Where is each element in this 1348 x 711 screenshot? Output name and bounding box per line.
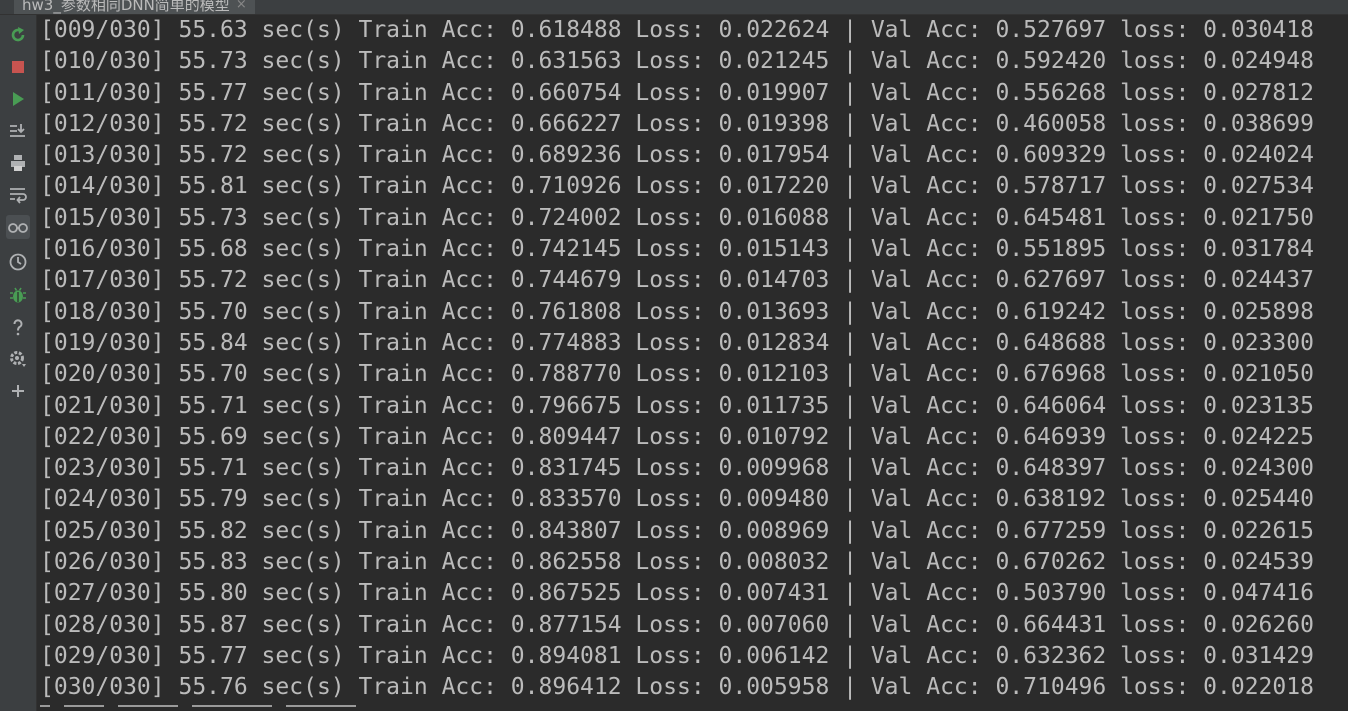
run-toolbar	[0, 15, 37, 711]
log-line: [030/030] 55.76 sec(s) Train Acc: 0.8964…	[40, 674, 1314, 701]
log-line: [014/030] 55.81 sec(s) Train Acc: 0.7109…	[40, 173, 1314, 200]
log-line: [025/030] 55.82 sec(s) Train Acc: 0.8438…	[40, 517, 1314, 544]
scroll-to-end-button[interactable]	[6, 119, 30, 143]
stop-button[interactable]	[6, 55, 30, 79]
clock-button[interactable]	[6, 250, 30, 274]
run-icon	[13, 92, 24, 106]
log-line: [015/030] 55.73 sec(s) Train Acc: 0.7240…	[40, 204, 1314, 231]
log-line: [026/030] 55.83 sec(s) Train Acc: 0.8625…	[40, 549, 1314, 576]
log-line: [017/030] 55.72 sec(s) Train Acc: 0.7446…	[40, 267, 1314, 294]
log-line: [018/030] 55.70 sec(s) Train Acc: 0.7618…	[40, 298, 1314, 325]
add-button[interactable]	[6, 379, 30, 403]
rerun-icon	[11, 27, 25, 42]
log-line: [022/030] 55.69 sec(s) Train Acc: 0.8094…	[40, 423, 1314, 450]
log-line: [009/030] 55.63 sec(s) Train Acc: 0.6184…	[40, 17, 1314, 43]
debug-icon	[10, 287, 26, 303]
soft-wrap-button[interactable]	[6, 183, 30, 207]
run-tab[interactable]: hw3_参数相同DNN简单的模型 ×	[14, 0, 255, 14]
settings-icon	[10, 351, 26, 367]
log-line: [023/030] 55.71 sec(s) Train Acc: 0.8317…	[40, 455, 1314, 482]
run-tab-title: hw3_参数相同DNN简单的模型	[22, 0, 230, 14]
print-icon	[11, 155, 25, 171]
log-line: [013/030] 55.72 sec(s) Train Acc: 0.6892…	[40, 142, 1314, 169]
stop-icon	[12, 61, 24, 73]
soft-wrap-icon	[10, 188, 27, 204]
scroll-to-end-icon	[10, 124, 25, 137]
print-button[interactable]	[6, 151, 30, 175]
rerun-button[interactable]	[6, 23, 30, 47]
console-output[interactable]: [009/030] 55.63 sec(s) Train Acc: 0.6184…	[40, 15, 1340, 711]
log-line: [020/030] 55.70 sec(s) Train Acc: 0.7887…	[40, 361, 1314, 388]
log-line: [021/030] 55.71 sec(s) Train Acc: 0.7966…	[40, 392, 1314, 419]
log-line: [029/030] 55.77 sec(s) Train Acc: 0.8940…	[40, 642, 1314, 669]
log-line: [011/030] 55.77 sec(s) Train Acc: 0.6607…	[40, 79, 1314, 106]
log-line: [019/030] 55.84 sec(s) Train Acc: 0.7748…	[40, 329, 1314, 356]
log-line: [028/030] 55.87 sec(s) Train Acc: 0.8771…	[40, 611, 1314, 638]
log-line: [016/030] 55.68 sec(s) Train Acc: 0.7421…	[40, 236, 1314, 263]
editor-tab-bar: hw3_参数相同DNN简单的模型 ×	[0, 0, 1348, 15]
settings-button[interactable]	[6, 347, 30, 371]
run-button[interactable]	[6, 87, 30, 111]
debug-button[interactable]	[6, 283, 30, 307]
add-icon	[12, 385, 24, 397]
log-line: [010/030] 55.73 sec(s) Train Acc: 0.6315…	[40, 48, 1314, 75]
log-line: [024/030] 55.79 sec(s) Train Acc: 0.8335…	[40, 486, 1314, 513]
glasses-button[interactable]	[6, 215, 30, 239]
close-icon[interactable]: ×	[236, 0, 247, 12]
glasses-icon	[8, 223, 28, 233]
help-button[interactable]	[6, 315, 30, 339]
cut-off-log-line	[40, 705, 540, 711]
help-icon	[13, 319, 23, 336]
clock-icon	[9, 253, 27, 271]
log-line: [027/030] 55.80 sec(s) Train Acc: 0.8675…	[40, 580, 1314, 607]
log-line: [012/030] 55.72 sec(s) Train Acc: 0.6662…	[40, 110, 1314, 137]
